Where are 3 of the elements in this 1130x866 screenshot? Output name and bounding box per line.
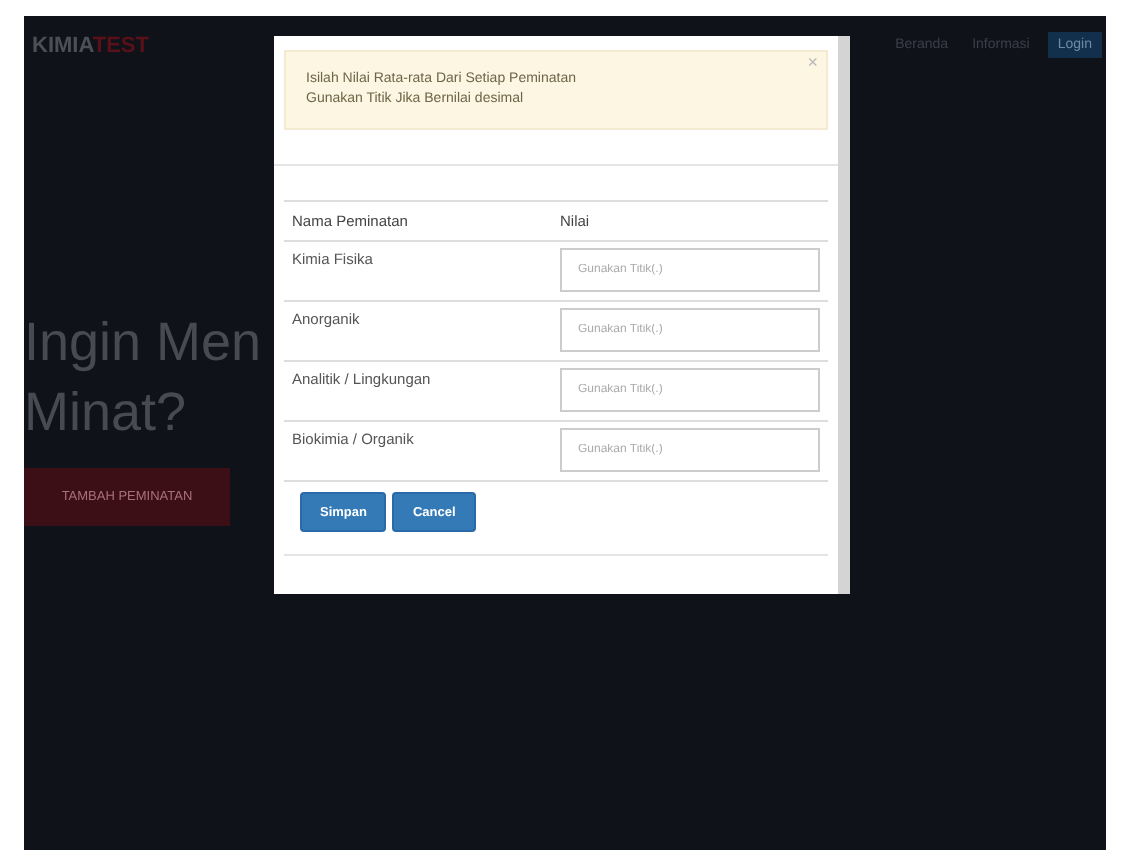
brand-logo[interactable]: KIMIATEST — [32, 30, 149, 58]
hero-heading: Ingin Men Minat? — [24, 310, 262, 446]
scrollbar[interactable] — [838, 36, 850, 594]
